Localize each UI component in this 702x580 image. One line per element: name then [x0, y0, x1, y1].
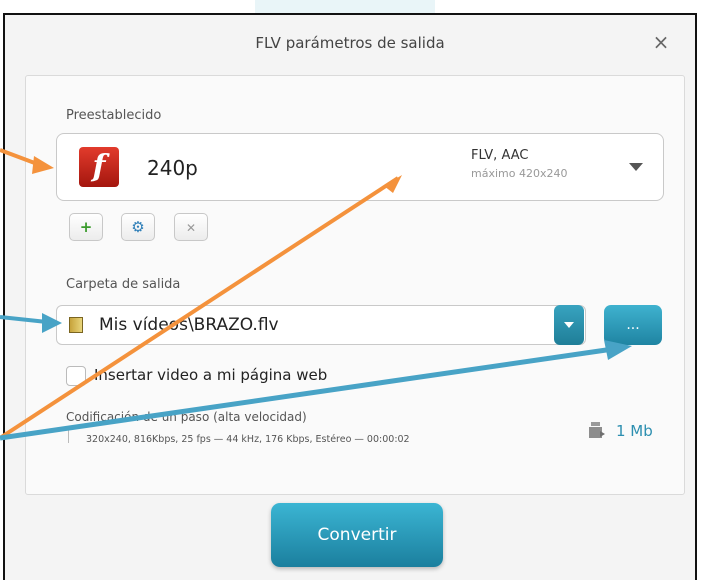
encoding-divider	[68, 427, 69, 443]
preset-resolution: máximo 420x240	[471, 167, 568, 180]
settings-panel: Preestablecido f 240p FLV, AAC máximo 42…	[25, 75, 685, 495]
chevron-down-icon	[629, 163, 643, 171]
insert-web-checkbox[interactable]	[66, 366, 86, 386]
close-icon: ✕	[185, 221, 197, 235]
preset-dropdown[interactable]: f 240p FLV, AAC máximo 420x240	[56, 133, 664, 201]
plus-icon: +	[79, 218, 93, 236]
output-path: Mis vídeos\BRAZO.flv	[99, 315, 279, 335]
title-bar: FLV parámetros de salida ×	[5, 15, 695, 75]
preset-name: 240p	[147, 156, 198, 180]
chevron-down-icon	[564, 322, 574, 328]
output-path-dropdown-button[interactable]	[554, 305, 584, 345]
flash-icon: f	[79, 147, 119, 187]
edit-preset-button[interactable]: ⚙	[121, 213, 155, 241]
encoding-details: 320x240, 816Kbps, 25 fps — 44 kHz, 176 K…	[86, 434, 410, 445]
insert-web-label: Insertar video a mi página web	[94, 366, 328, 384]
encoding-mode: Codificación de un paso (alta velocidad)	[66, 410, 307, 424]
preset-format: FLV, AAC	[471, 148, 529, 163]
file-size-icon	[589, 422, 605, 438]
preset-section-label: Preestablecido	[66, 108, 162, 123]
convert-button[interactable]: Convertir	[271, 503, 443, 567]
output-settings-dialog: FLV parámetros de salida × Preestablecid…	[3, 13, 697, 580]
delete-preset-button[interactable]: ✕	[174, 213, 208, 241]
close-icon[interactable]: ×	[649, 30, 673, 54]
gear-icon: ⚙	[131, 218, 145, 236]
output-path-field[interactable]: Mis vídeos\BRAZO.flv	[56, 305, 586, 345]
background-strip	[255, 0, 435, 14]
dialog-title: FLV parámetros de salida	[255, 34, 445, 52]
output-folder-label: Carpeta de salida	[66, 277, 181, 292]
add-preset-button[interactable]: +	[69, 213, 103, 241]
browse-button[interactable]: ...	[604, 305, 662, 345]
video-file-icon	[69, 317, 83, 333]
file-size: 1 Mb	[616, 422, 653, 440]
